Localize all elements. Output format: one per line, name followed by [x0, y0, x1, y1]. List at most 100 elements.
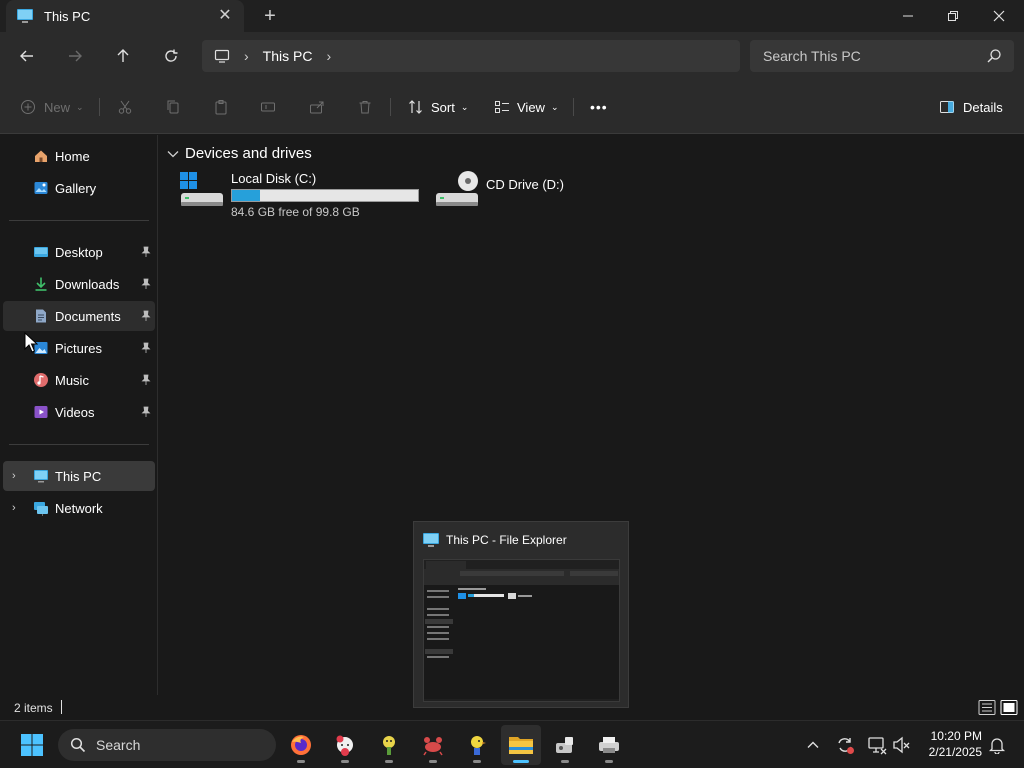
taskbar-app-kitty[interactable] — [325, 725, 365, 765]
back-button[interactable] — [14, 44, 40, 68]
breadcrumb-this-pc[interactable]: This PC — [263, 48, 313, 64]
sort-label: Sort — [431, 99, 455, 115]
new-button[interactable]: New ⌄ — [20, 96, 84, 118]
navigation-pane: Home Gallery Desktop Downloads Documents… — [0, 135, 158, 695]
mouse-cursor-icon — [24, 332, 38, 353]
new-tab-button[interactable]: + — [258, 6, 282, 26]
notifications-button[interactable] — [986, 733, 1008, 757]
chevron-down-icon: ⌄ — [460, 101, 469, 112]
breadcrumb-chevron-icon[interactable]: › — [326, 48, 331, 64]
running-indicator — [473, 760, 481, 763]
sidebar-item-home[interactable]: Home — [3, 141, 155, 171]
network-status-icon — [868, 737, 887, 755]
taskbar-app-printer[interactable] — [589, 725, 629, 765]
sidebar-item-label: Videos — [55, 404, 95, 420]
sidebar-item-network[interactable]: › Network — [3, 493, 155, 523]
pin-icon[interactable] — [141, 310, 151, 322]
search-input[interactable]: Search This PC — [750, 40, 1014, 72]
taskbar-app-bird[interactable] — [457, 725, 497, 765]
paste-button[interactable] — [213, 96, 229, 118]
tray-sync[interactable] — [834, 733, 856, 757]
details-view-icon[interactable] — [978, 699, 996, 716]
delete-button[interactable] — [357, 96, 373, 118]
sidebar-item-documents[interactable]: Documents — [3, 301, 155, 331]
drive-cd[interactable]: CD Drive (D:) — [434, 171, 564, 211]
restore-icon — [948, 11, 958, 21]
running-indicator — [561, 760, 569, 763]
share-button[interactable] — [309, 96, 325, 118]
drive-free-space: 84.6 GB free of 99.8 GB — [231, 205, 360, 219]
cut-icon — [118, 100, 132, 114]
forward-arrow-icon — [69, 50, 82, 62]
taskbar-app-crab[interactable] — [413, 725, 453, 765]
minimize-button[interactable] — [885, 0, 931, 32]
taskbar-search[interactable]: Search — [58, 729, 276, 761]
group-label: Devices and drives — [185, 145, 312, 162]
pin-icon[interactable] — [141, 406, 151, 418]
copy-icon — [167, 100, 179, 114]
sidebar-item-desktop[interactable]: Desktop — [3, 237, 155, 267]
toolbar-divider — [99, 98, 100, 116]
taskbar-file-explorer[interactable] — [501, 725, 541, 765]
windows-start-icon[interactable] — [20, 733, 44, 757]
view-button[interactable]: View ⌄ — [494, 96, 559, 118]
drive-local-disk[interactable]: Local Disk (C:) 84.6 GB free of 99.8 GB — [179, 171, 419, 219]
toolbar-divider — [573, 98, 574, 116]
more-options-button[interactable]: ••• — [590, 96, 608, 118]
pin-icon[interactable] — [141, 342, 151, 354]
sync-alert-icon — [838, 738, 854, 754]
running-indicator — [297, 760, 305, 763]
restore-button[interactable] — [930, 0, 976, 32]
forward-button[interactable] — [62, 44, 88, 68]
hello-kitty-icon — [336, 735, 353, 756]
sidebar-item-this-pc[interactable]: › This PC — [3, 461, 155, 491]
tiles-view-icon[interactable] — [1000, 699, 1018, 716]
taskbar-preview[interactable]: This PC - File Explorer — [413, 521, 629, 708]
tab-this-pc[interactable]: This PC ✕ — [6, 0, 244, 32]
address-row: › This PC › Search This PC — [0, 32, 1024, 80]
chevron-right-icon[interactable]: › — [12, 470, 22, 482]
close-tab-icon[interactable]: ✕ — [216, 7, 234, 25]
this-pc-icon — [17, 9, 33, 23]
address-bar[interactable]: › This PC › — [202, 40, 740, 72]
running-indicator — [429, 760, 437, 763]
sort-button[interactable]: Sort ⌄ — [408, 96, 468, 118]
taskbar-firefox[interactable] — [281, 725, 321, 765]
desktop-icon — [34, 247, 48, 257]
refresh-button[interactable] — [158, 44, 184, 68]
download-icon — [35, 277, 47, 291]
tray-network[interactable] — [866, 733, 888, 757]
sidebar-item-label: Downloads — [55, 276, 120, 292]
copy-button[interactable] — [165, 96, 181, 118]
pin-icon[interactable] — [141, 278, 151, 290]
cut-button[interactable] — [117, 96, 133, 118]
taskbar-app-flower[interactable] — [369, 725, 409, 765]
sidebar-item-videos[interactable]: Videos — [3, 397, 155, 427]
sidebar-item-music[interactable]: Music — [3, 365, 155, 395]
details-pane-icon — [940, 101, 954, 113]
search-icon — [987, 49, 1001, 63]
details-button[interactable]: Details — [939, 96, 1003, 118]
up-button[interactable] — [110, 44, 136, 68]
taskbar: Search 10:20 PM 2/21/2025 — [0, 720, 1024, 768]
show-hidden-icons-button[interactable] — [802, 733, 824, 757]
volume-muted-icon — [893, 736, 910, 754]
drive-usage-bar — [231, 189, 419, 202]
rename-button[interactable] — [260, 96, 276, 118]
taskbar-app-rocket[interactable] — [545, 725, 585, 765]
breadcrumb-chevron-icon[interactable]: › — [244, 48, 249, 64]
running-indicator — [341, 760, 349, 763]
devices-group-header[interactable]: Devices and drives — [167, 145, 312, 162]
sort-icon — [409, 100, 422, 114]
sidebar-item-downloads[interactable]: Downloads — [3, 269, 155, 299]
thumbnail-image — [424, 560, 619, 701]
sidebar-item-gallery[interactable]: Gallery — [3, 173, 155, 203]
close-window-button[interactable] — [976, 0, 1022, 32]
pin-icon[interactable] — [141, 246, 151, 258]
home-icon — [35, 150, 47, 162]
chevron-right-icon[interactable]: › — [12, 502, 22, 514]
sidebar-item-label: Music — [55, 372, 89, 388]
system-clock[interactable]: 10:20 PM 2/21/2025 — [918, 728, 982, 760]
tray-volume[interactable] — [891, 733, 913, 757]
pin-icon[interactable] — [141, 374, 151, 386]
